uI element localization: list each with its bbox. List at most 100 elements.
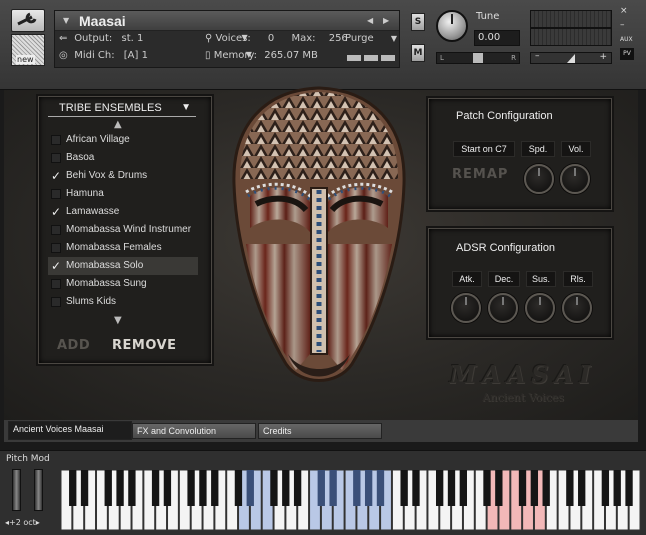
scroll-up-icon[interactable]: ▲: [114, 119, 122, 130]
black-key[interactable]: [495, 470, 503, 506]
black-key[interactable]: [376, 470, 385, 506]
tune-value[interactable]: 0.00: [474, 30, 520, 46]
black-key[interactable]: [483, 470, 491, 506]
pan-slider[interactable]: L R: [436, 52, 520, 64]
purge-button[interactable]: Purge: [345, 33, 374, 44]
decay-knob[interactable]: [488, 293, 518, 323]
checkbox[interactable]: [51, 189, 61, 199]
dropdown-triangle-icon[interactable]: ▼: [181, 100, 191, 116]
black-key[interactable]: [234, 470, 243, 506]
remove-button[interactable]: REMOVE: [112, 338, 176, 353]
black-key[interactable]: [163, 470, 172, 506]
black-key[interactable]: [435, 470, 444, 506]
midi-channel-select[interactable]: [A] 1: [124, 50, 184, 61]
volume-handle-icon[interactable]: [567, 54, 575, 63]
tribe-ensembles-dropdown[interactable]: TRIBE ENSEMBLES ▼: [48, 100, 196, 116]
black-key[interactable]: [151, 470, 160, 506]
black-key[interactable]: [353, 470, 361, 506]
snapshot-button[interactable]: new: [11, 34, 45, 66]
midi-row: ◎ Midi Ch: [A] 1 ▼: [59, 50, 252, 66]
mod-wheel[interactable]: [34, 469, 43, 511]
checkbox[interactable]: [51, 297, 61, 307]
collapse-triangle-icon[interactable]: ▼: [63, 16, 69, 25]
tribe-list-item[interactable]: Momabassa Wind Instrumer: [48, 221, 198, 239]
tribe-list-item[interactable]: ✓ Lamawasse: [48, 203, 198, 221]
tribe-list-item[interactable]: ✓ Behi Vox & Drums: [48, 167, 198, 185]
purge-dropdown-icon[interactable]: ▼: [391, 34, 397, 43]
tribe-list-item[interactable]: Momabassa Females: [48, 239, 198, 257]
checkbox[interactable]: [51, 279, 61, 289]
tribe-list-item[interactable]: Hamuna: [48, 185, 198, 203]
tab-fx-and-convolution[interactable]: FX and Convolution: [132, 423, 256, 439]
black-key[interactable]: [530, 470, 539, 506]
close-icon[interactable]: ×: [620, 6, 628, 16]
checkbox[interactable]: [51, 225, 61, 235]
scroll-down-icon[interactable]: ▼: [114, 315, 122, 326]
black-key[interactable]: [187, 470, 195, 506]
pan-handle[interactable]: [473, 53, 483, 63]
checkbox[interactable]: [51, 153, 61, 163]
checkmark-icon[interactable]: ✓: [51, 206, 61, 218]
tribe-list-item[interactable]: Momabassa Sung: [48, 275, 198, 293]
tribe-list-item[interactable]: African Village: [48, 131, 198, 149]
voices-row: ⚲ Voices: 0 Max: 256: [205, 33, 348, 49]
start-on-button[interactable]: Start on C7: [453, 141, 515, 157]
instrument-name[interactable]: Maasai: [79, 13, 126, 29]
checkbox[interactable]: [51, 243, 61, 253]
black-key[interactable]: [211, 470, 219, 506]
aux-button[interactable]: AUX: [620, 36, 633, 43]
wrench-icon[interactable]: [11, 9, 45, 32]
black-key[interactable]: [199, 470, 207, 506]
black-key[interactable]: [447, 470, 456, 506]
black-key[interactable]: [282, 470, 290, 506]
black-key[interactable]: [364, 470, 373, 506]
output-select[interactable]: st. 1: [121, 33, 181, 44]
black-key[interactable]: [400, 470, 408, 506]
tribe-list-item[interactable]: ✓ Momabassa Solo: [48, 257, 198, 275]
remap-button[interactable]: REMAP: [452, 167, 508, 182]
black-key[interactable]: [566, 470, 574, 506]
octave-control[interactable]: ◂+2 oct▸: [5, 518, 40, 527]
black-key[interactable]: [317, 470, 325, 506]
black-key[interactable]: [459, 470, 467, 506]
pitch-wheel[interactable]: [12, 469, 21, 511]
checkmark-icon[interactable]: ✓: [51, 170, 61, 182]
volume-knob[interactable]: [560, 164, 590, 194]
black-key[interactable]: [80, 470, 89, 506]
black-key[interactable]: [116, 470, 124, 506]
tribe-list-item[interactable]: Slums Kids: [48, 293, 198, 311]
tab-credits[interactable]: Credits: [258, 423, 382, 439]
black-key[interactable]: [578, 470, 586, 506]
checkmark-icon[interactable]: ✓: [51, 260, 61, 272]
mute-button[interactable]: M: [411, 44, 425, 62]
checkbox[interactable]: [51, 135, 61, 145]
black-key[interactable]: [542, 470, 550, 506]
black-key[interactable]: [601, 470, 610, 506]
tribe-list-item[interactable]: Basoa: [48, 149, 198, 167]
black-key[interactable]: [270, 470, 278, 506]
tab-ancient-voices-maasai[interactable]: Ancient Voices Maasai: [8, 421, 132, 440]
black-key[interactable]: [613, 470, 621, 506]
black-key[interactable]: [128, 470, 136, 506]
sustain-knob[interactable]: [525, 293, 555, 323]
black-key[interactable]: [412, 470, 420, 506]
black-key[interactable]: [625, 470, 633, 506]
pv-button[interactable]: PV: [620, 48, 634, 60]
black-key[interactable]: [329, 470, 337, 506]
speed-knob[interactable]: [524, 164, 554, 194]
piano-keyboard[interactable]: [61, 470, 641, 531]
black-key[interactable]: [104, 470, 112, 506]
black-key[interactable]: [293, 470, 302, 506]
volume-slider[interactable]: – +: [530, 51, 612, 64]
black-key[interactable]: [69, 470, 77, 506]
prev-instrument-icon[interactable]: ◀: [367, 16, 373, 25]
black-key[interactable]: [518, 470, 527, 506]
next-instrument-icon[interactable]: ▶: [383, 16, 389, 25]
tune-knob[interactable]: [436, 10, 468, 42]
add-button[interactable]: ADD: [57, 338, 90, 353]
black-key[interactable]: [246, 470, 254, 506]
attack-knob[interactable]: [451, 293, 481, 323]
minimize-icon[interactable]: –: [620, 20, 625, 30]
solo-button[interactable]: S: [411, 13, 425, 31]
release-knob[interactable]: [562, 293, 592, 323]
